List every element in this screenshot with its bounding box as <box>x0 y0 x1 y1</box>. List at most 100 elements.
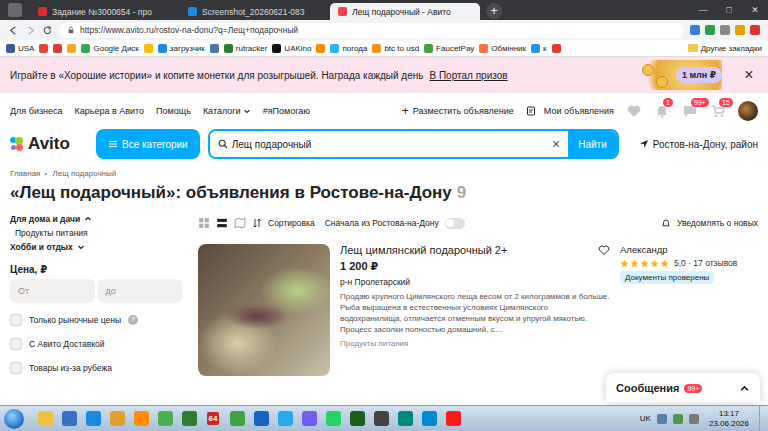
taskbar-app[interactable] <box>228 410 246 428</box>
category-toggle[interactable]: Для дома и дачи <box>10 214 182 224</box>
checkbox[interactable] <box>10 362 22 374</box>
extension-icon[interactable] <box>690 25 700 35</box>
forward-arrow-icon[interactable] <box>25 25 36 36</box>
taskbar-app[interactable] <box>60 410 78 428</box>
tray-volume-icon[interactable] <box>689 414 699 424</box>
taskbar-app[interactable] <box>36 410 54 428</box>
bookmark[interactable]: btc to usd <box>372 44 419 53</box>
other-bookmarks[interactable]: Другие закладки <box>688 44 762 53</box>
new-tab-button[interactable]: + <box>486 3 502 19</box>
toggle-switch[interactable] <box>445 218 465 229</box>
nav-link[interactable]: Помощь <box>156 106 191 116</box>
tray-flag-icon[interactable] <box>657 414 667 424</box>
subcategory-link[interactable]: Продукты питания <box>10 228 182 238</box>
bookmark[interactable] <box>210 44 219 53</box>
nav-icon-button[interactable]: 15 <box>710 103 726 119</box>
my-ads-link[interactable]: Мои объявления <box>526 106 614 116</box>
taskbar-app[interactable] <box>420 410 438 428</box>
user-avatar[interactable] <box>738 101 758 121</box>
listing-photo[interactable] <box>198 244 330 376</box>
browser-menu-icon[interactable] <box>8 3 22 17</box>
bookmark[interactable]: загрузчик <box>158 44 205 53</box>
bookmark[interactable] <box>39 44 48 53</box>
browser-tab[interactable]: Screenshot_20260621-083 <box>180 3 330 20</box>
taskbar-app[interactable]: 64 <box>204 410 222 428</box>
nav-link[interactable]: #яПомогаю <box>263 106 310 116</box>
listing-card[interactable]: Лещ цимлянский подарочный 2+1 200 ₽р-н П… <box>198 244 758 376</box>
extension-icon[interactable] <box>720 25 730 35</box>
nav-link[interactable]: Для бизнеса <box>10 106 63 116</box>
favorite-heart-icon[interactable] <box>598 244 610 256</box>
taskbar-app[interactable] <box>300 410 318 428</box>
extension-icon[interactable] <box>705 25 715 35</box>
avito-logo[interactable]: Avito <box>10 134 88 154</box>
taskbar-app[interactable] <box>108 410 126 428</box>
bookmark[interactable]: Обмінник <box>479 44 526 53</box>
window-control-button[interactable]: — <box>690 0 716 20</box>
breadcrumb[interactable]: Лещ подарочный <box>52 169 116 178</box>
bookmark[interactable] <box>67 44 76 53</box>
seller-name[interactable]: Александр <box>620 244 668 255</box>
notify-button[interactable]: Уведомлять о новых <box>661 218 758 228</box>
view-mode-button[interactable] <box>198 217 210 229</box>
bookmark[interactable] <box>316 44 325 53</box>
checkbox[interactable] <box>10 314 22 326</box>
breadcrumb[interactable]: Главная <box>10 169 40 178</box>
bookmark[interactable]: Google Диск <box>81 44 138 53</box>
find-button[interactable]: Найти <box>568 131 617 157</box>
window-control-button[interactable]: ✕ <box>742 0 768 20</box>
language-indicator[interactable]: UK <box>640 414 651 423</box>
banner-close-button[interactable]: × <box>740 66 758 84</box>
extension-icon[interactable] <box>735 25 745 35</box>
bookmark[interactable] <box>144 44 153 53</box>
bookmark[interactable] <box>53 44 62 53</box>
tray-network-icon[interactable] <box>673 414 683 424</box>
taskbar-app[interactable] <box>252 410 270 428</box>
bookmark[interactable] <box>552 44 561 53</box>
price-to-input[interactable]: до <box>98 279 183 303</box>
chevron-up-icon[interactable] <box>739 383 750 394</box>
bookmark[interactable]: UAKino <box>272 44 311 53</box>
view-mode-button[interactable] <box>216 217 228 229</box>
taskbar-app[interactable] <box>132 410 150 428</box>
taskbar-app[interactable] <box>324 410 342 428</box>
checkbox-row[interactable]: Товары из-за рубежа <box>10 361 182 375</box>
show-desktop-button[interactable] <box>759 406 768 431</box>
banner-link[interactable]: В Портал призов <box>429 70 507 81</box>
bookmark[interactable]: FaucetPay <box>424 44 474 53</box>
taskbar-app[interactable] <box>348 410 366 428</box>
window-control-button[interactable]: □ <box>716 0 742 20</box>
taskbar-app[interactable] <box>84 410 102 428</box>
view-mode-button[interactable] <box>234 217 246 229</box>
nav-icon-button[interactable]: 99+ <box>682 103 698 119</box>
category-toggle[interactable]: Хобби и отдых <box>10 242 182 252</box>
checkbox-row[interactable]: С Авито Доставкой <box>10 337 182 351</box>
taskbar-app[interactable] <box>444 410 462 428</box>
nav-icon-button[interactable] <box>626 103 642 119</box>
taskbar-app[interactable] <box>372 410 390 428</box>
taskbar-app[interactable] <box>396 410 414 428</box>
checkbox-row[interactable]: Только рыночные цены? <box>10 313 182 327</box>
rostov-first-toggle[interactable]: Сначала из Ростова-на-Дону <box>325 218 465 229</box>
clock[interactable]: 13:1723.06.2026 <box>705 409 753 429</box>
bookmark[interactable]: к <box>531 44 547 53</box>
help-icon[interactable]: ? <box>128 315 138 325</box>
messages-popup[interactable]: Сообщения99+ <box>606 373 760 403</box>
sort-button[interactable]: Сортировка <box>252 218 315 228</box>
taskbar-app[interactable] <box>180 410 198 428</box>
extension-icon[interactable] <box>750 25 760 35</box>
clear-search-button[interactable]: × <box>552 136 560 152</box>
nav-link[interactable]: Каталоги <box>203 106 251 116</box>
price-from-input[interactable]: От <box>10 279 95 303</box>
reload-icon[interactable] <box>42 25 53 36</box>
bookmark[interactable]: USA <box>6 44 34 53</box>
back-arrow-icon[interactable] <box>8 25 19 36</box>
bookmark[interactable]: погода <box>330 44 367 53</box>
url-field[interactable]: https://www.avito.ru/rostov-na-donu?q=Ле… <box>59 23 684 38</box>
all-categories-button[interactable]: Все категории <box>96 129 200 159</box>
browser-tab[interactable]: Задание №3000654 - про <box>30 3 180 20</box>
taskbar-app[interactable] <box>276 410 294 428</box>
nav-link[interactable]: Карьера в Авито <box>75 106 145 116</box>
location-selector[interactable]: Ростов-на-Дону, район <box>639 139 758 150</box>
post-ad-link[interactable]: +Разместить объявление <box>402 106 514 116</box>
